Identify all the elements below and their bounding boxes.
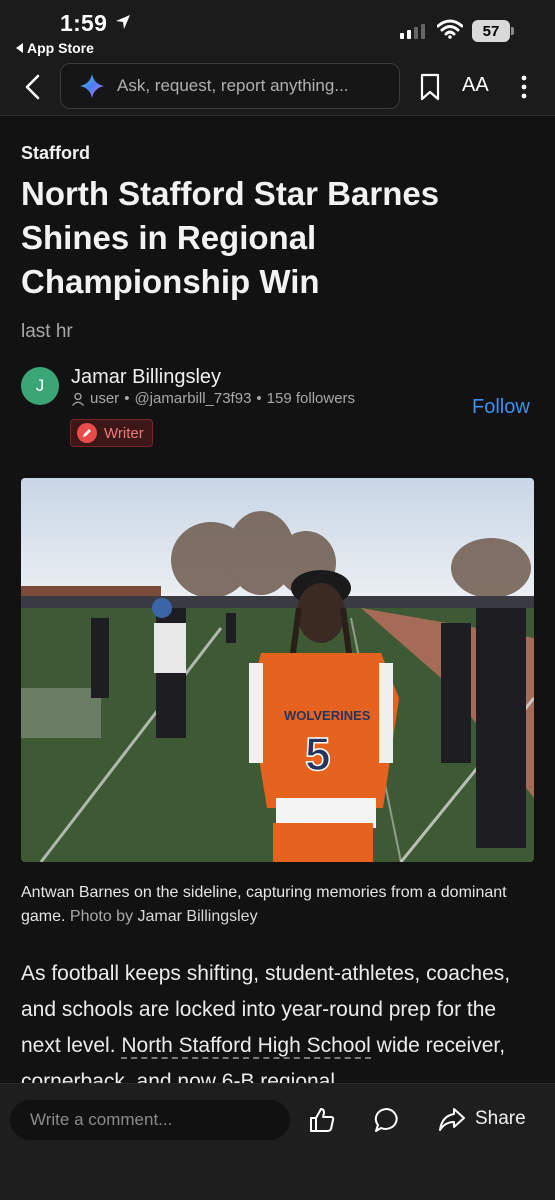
back-app-label: App Store bbox=[27, 40, 94, 56]
author-followers: 159 followers bbox=[266, 390, 356, 407]
photo-credit-label: Photo by bbox=[69, 908, 134, 925]
ai-sparkle-icon bbox=[80, 74, 104, 98]
photo-caption: Antwan Barnes on the sideline, capturing… bbox=[21, 881, 531, 929]
user-icon bbox=[72, 392, 84, 406]
author-initial: J bbox=[35, 376, 45, 395]
photo-illustration: WOLVERINES 5 bbox=[21, 478, 534, 862]
jersey-number: 5 bbox=[305, 728, 331, 780]
article-body: As football keeps shifting, student-athl… bbox=[21, 956, 536, 1084]
font-size-button[interactable]: AA bbox=[462, 74, 492, 98]
ask-search-box[interactable] bbox=[60, 63, 400, 109]
status-bar: 1:59 App Store 57 bbox=[0, 0, 555, 58]
author-avatar[interactable]: J bbox=[21, 367, 59, 405]
thumbs-up-icon[interactable] bbox=[308, 1106, 336, 1134]
author-meta: user • @jamarbill_73f93 • 159 followers bbox=[71, 390, 355, 407]
back-chevron-icon[interactable] bbox=[20, 72, 46, 102]
school-link[interactable]: North Stafford High School bbox=[121, 1034, 371, 1059]
bookmark-icon[interactable] bbox=[418, 72, 442, 102]
back-to-app-store[interactable]: App Store bbox=[16, 40, 94, 56]
meta-separator: • bbox=[256, 390, 262, 407]
location-arrow-icon bbox=[116, 15, 130, 29]
photo-credit-name[interactable]: Jamar Billingsley bbox=[138, 908, 258, 925]
more-options-icon[interactable] bbox=[518, 74, 530, 100]
pencil-icon bbox=[77, 423, 97, 443]
meta-separator: • bbox=[124, 390, 130, 407]
article-timestamp: last hr bbox=[21, 321, 73, 342]
article-headline: North Stafford Star Barnes Shines in Reg… bbox=[21, 175, 440, 300]
author-role: user bbox=[90, 390, 120, 407]
section-label[interactable]: Stafford bbox=[21, 143, 90, 164]
comment-bubble-icon[interactable] bbox=[373, 1106, 401, 1134]
share-label: Share bbox=[475, 1108, 526, 1129]
back-triangle-icon bbox=[16, 43, 23, 53]
wifi-icon bbox=[437, 19, 463, 39]
ask-input[interactable] bbox=[117, 76, 387, 96]
article-photo[interactable]: WOLVERINES 5 bbox=[21, 478, 534, 862]
share-button[interactable]: Share bbox=[438, 1106, 526, 1132]
toolbar: AA bbox=[0, 58, 555, 116]
bottom-action-bar: Share bbox=[0, 1083, 555, 1200]
author-handle: @jamarbill_73f93 bbox=[134, 390, 252, 407]
jersey-text: WOLVERINES bbox=[284, 708, 371, 723]
cellular-signal-icon bbox=[400, 24, 425, 39]
follow-button[interactable]: Follow bbox=[472, 396, 530, 419]
comment-input[interactable] bbox=[10, 1100, 290, 1140]
share-arrow-icon bbox=[439, 1108, 465, 1131]
author-name[interactable]: Jamar Billingsley bbox=[71, 366, 221, 389]
clock: 1:59 bbox=[60, 10, 108, 36]
battery-icon: 57 bbox=[472, 20, 510, 42]
battery-level: 57 bbox=[482, 22, 500, 40]
writer-badge-label: Writer bbox=[104, 424, 144, 442]
battery-nub bbox=[511, 27, 514, 35]
writer-badge: Writer bbox=[70, 419, 153, 447]
